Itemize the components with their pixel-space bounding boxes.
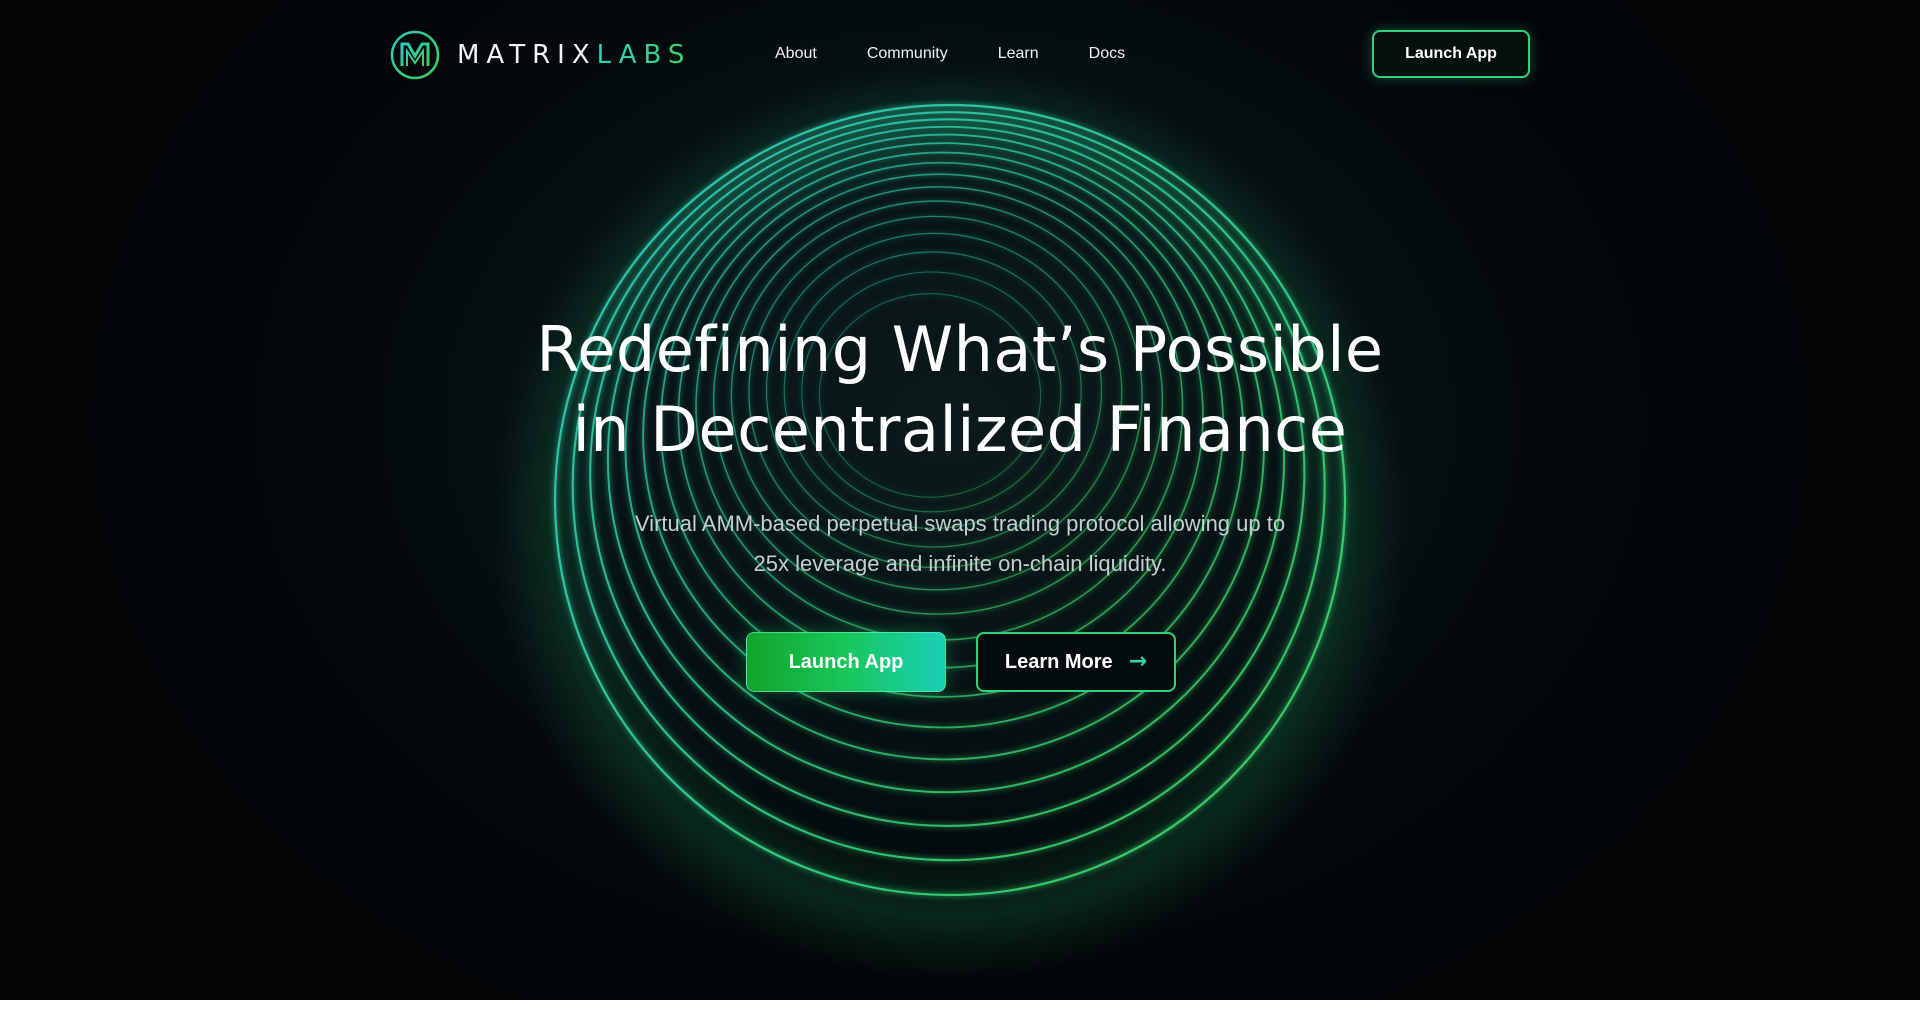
hero-title-line2: in Decentralized Finance bbox=[572, 393, 1348, 466]
matrix-m-logo-icon bbox=[390, 30, 440, 80]
hero-subtitle: Virtual AMM-based perpetual swaps tradin… bbox=[570, 504, 1350, 584]
nav-link-community[interactable]: Community bbox=[867, 42, 948, 66]
nav-link-learn[interactable]: Learn bbox=[998, 42, 1039, 66]
page-bottom-edge bbox=[0, 1000, 1920, 1025]
nav-link-about[interactable]: About bbox=[775, 42, 817, 66]
arrow-right-icon: → bbox=[1128, 649, 1148, 674]
hero-subtitle-line1: Virtual AMM-based perpetual swaps tradin… bbox=[634, 511, 1286, 536]
hero-cta-row: Launch App Learn More → bbox=[746, 632, 1176, 692]
top-navbar: MATRIXLABS About Community Learn Docs La… bbox=[0, 0, 1920, 110]
nav-launch-app-button[interactable]: Launch App bbox=[1372, 30, 1530, 78]
brand-wordmark: MATRIXLABS bbox=[457, 42, 691, 68]
landing-page: MATRIXLABS About Community Learn Docs La… bbox=[0, 0, 1920, 1000]
hero-title-line1: Redefining What’s Possible bbox=[536, 313, 1384, 386]
glowing-rings-graphic bbox=[490, 60, 1410, 980]
hero-subtitle-line2: 25x leverage and infinite on-chain liqui… bbox=[753, 551, 1167, 576]
nav-link-docs[interactable]: Docs bbox=[1089, 42, 1125, 66]
brand-logo[interactable]: MATRIXLABS bbox=[389, 28, 691, 82]
brand-name-part1: MATRIX bbox=[457, 40, 597, 70]
hero-title: Redefining What’s Possible in Decentrali… bbox=[460, 310, 1460, 470]
hero-learn-more-button[interactable]: Learn More → bbox=[976, 632, 1176, 692]
hero-launch-app-button[interactable]: Launch App bbox=[746, 632, 946, 692]
nav-links: About Community Learn Docs bbox=[775, 42, 1175, 66]
learn-more-label: Learn More bbox=[1004, 650, 1113, 673]
brand-name-part2: LABS bbox=[596, 40, 692, 70]
